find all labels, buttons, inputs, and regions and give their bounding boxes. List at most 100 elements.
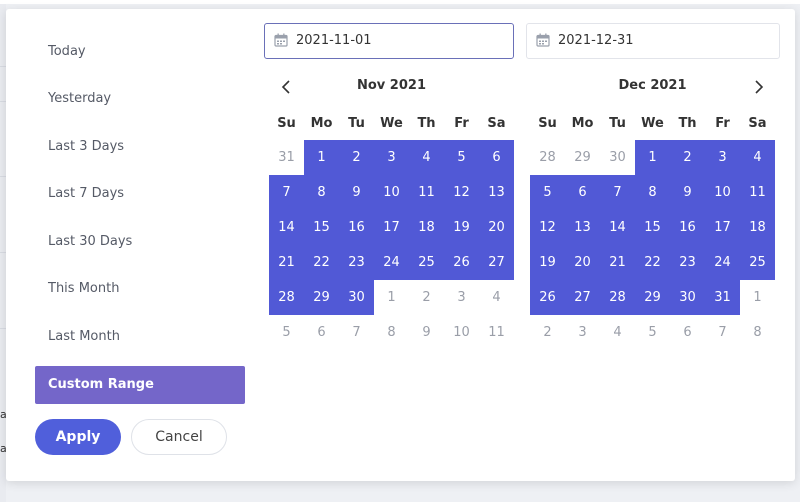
- calendar-day-other-month[interactable]: 10: [444, 315, 479, 350]
- calendar-day-in-range[interactable]: 15: [304, 210, 339, 245]
- calendar-day-other-month[interactable]: 6: [670, 315, 705, 350]
- cancel-button[interactable]: Cancel: [131, 419, 227, 455]
- calendar-day-in-range[interactable]: 24: [705, 245, 740, 280]
- calendar-day-in-range[interactable]: 27: [479, 245, 514, 280]
- start-date-value: 2021-11-01: [296, 33, 372, 48]
- calendar-day-in-range[interactable]: 10: [374, 175, 409, 210]
- calendar-day-other-month[interactable]: 29: [565, 140, 600, 175]
- next-month-icon[interactable]: [747, 75, 771, 99]
- range-today[interactable]: Today: [35, 33, 245, 71]
- calendar-day-in-range[interactable]: 25: [409, 245, 444, 280]
- calendar-day-in-range[interactable]: 18: [740, 210, 775, 245]
- range-last-7-days[interactable]: Last 7 Days: [35, 175, 245, 213]
- calendar-day-other-month[interactable]: 2: [409, 280, 444, 315]
- calendar-day-in-range[interactable]: 12: [444, 175, 479, 210]
- calendar-day-in-range[interactable]: 3: [705, 140, 740, 175]
- calendar-day-other-month[interactable]: 11: [479, 315, 514, 350]
- calendar-day-in-range[interactable]: 29: [304, 280, 339, 315]
- calendar-day-in-range[interactable]: 9: [670, 175, 705, 210]
- calendar-day-in-range[interactable]: 1: [304, 140, 339, 175]
- apply-button[interactable]: Apply: [35, 419, 121, 455]
- range-this-month[interactable]: This Month: [35, 270, 245, 308]
- calendar-day-in-range[interactable]: 17: [374, 210, 409, 245]
- start-date-field[interactable]: 2021-11-01: [264, 23, 514, 59]
- range-last-30-days[interactable]: Last 30 Days: [35, 223, 245, 261]
- calendar-day-in-range[interactable]: 14: [600, 210, 635, 245]
- range-yesterday[interactable]: Yesterday: [35, 80, 245, 118]
- calendar-day-in-range[interactable]: 23: [670, 245, 705, 280]
- calendar-day-in-range[interactable]: 28: [600, 280, 635, 315]
- calendar-day-in-range[interactable]: 2: [339, 140, 374, 175]
- calendar-day-other-month[interactable]: 8: [740, 315, 775, 350]
- calendar-day-in-range[interactable]: 4: [409, 140, 444, 175]
- calendar-day-other-month[interactable]: 31: [269, 140, 304, 175]
- calendar-day-in-range[interactable]: 13: [565, 210, 600, 245]
- calendar-day-in-range[interactable]: 8: [635, 175, 670, 210]
- calendar-day-in-range[interactable]: 20: [479, 210, 514, 245]
- calendar-day-in-range[interactable]: 16: [670, 210, 705, 245]
- calendar-day-in-range[interactable]: 16: [339, 210, 374, 245]
- calendar-day-other-month[interactable]: 5: [269, 315, 304, 350]
- calendar-week: 5 6 7 8 9 10 11: [269, 315, 514, 350]
- calendar-day-in-range[interactable]: 30: [339, 280, 374, 315]
- calendar-day-in-range[interactable]: 26: [530, 280, 565, 315]
- calendar-day-other-month[interactable]: 1: [740, 280, 775, 315]
- calendar-day-in-range[interactable]: 13: [479, 175, 514, 210]
- calendar-day-other-month[interactable]: 1: [374, 280, 409, 315]
- calendar-day-in-range[interactable]: 20: [565, 245, 600, 280]
- calendar-day-in-range[interactable]: 29: [635, 280, 670, 315]
- calendar-day-other-month[interactable]: 4: [479, 280, 514, 315]
- calendar-day-other-month[interactable]: 3: [565, 315, 600, 350]
- calendar-day-other-month[interactable]: 7: [705, 315, 740, 350]
- calendar-day-other-month[interactable]: 6: [304, 315, 339, 350]
- calendar-day-other-month[interactable]: 9: [409, 315, 444, 350]
- calendar-day-in-range[interactable]: 8: [304, 175, 339, 210]
- month-title: Dec 2021: [618, 78, 687, 93]
- calendar-day-in-range[interactable]: 6: [479, 140, 514, 175]
- calendar-day-in-range[interactable]: 30: [670, 280, 705, 315]
- calendar-day-in-range[interactable]: 22: [635, 245, 670, 280]
- calendar-day-in-range[interactable]: 6: [565, 175, 600, 210]
- calendar-day-in-range[interactable]: 4: [740, 140, 775, 175]
- calendar-day-in-range[interactable]: 21: [600, 245, 635, 280]
- calendar-day-in-range[interactable]: 17: [705, 210, 740, 245]
- calendar-day-in-range[interactable]: 21: [269, 245, 304, 280]
- calendar-day-in-range[interactable]: 24: [374, 245, 409, 280]
- calendar-day-in-range[interactable]: 12: [530, 210, 565, 245]
- calendar-day-other-month[interactable]: 8: [374, 315, 409, 350]
- calendar-day-other-month[interactable]: 7: [339, 315, 374, 350]
- calendar-day-other-month[interactable]: 5: [635, 315, 670, 350]
- calendar-day-other-month[interactable]: 3: [444, 280, 479, 315]
- calendar-day-in-range[interactable]: 14: [269, 210, 304, 245]
- calendar-day-in-range[interactable]: 22: [304, 245, 339, 280]
- calendar-day-in-range[interactable]: 27: [565, 280, 600, 315]
- calendar-day-in-range[interactable]: 31: [705, 280, 740, 315]
- calendar-day-in-range[interactable]: 7: [600, 175, 635, 210]
- calendar-day-other-month[interactable]: 2: [530, 315, 565, 350]
- range-custom-range[interactable]: Custom Range: [35, 366, 245, 404]
- end-date-field[interactable]: 2021-12-31: [526, 23, 780, 59]
- calendar-day-in-range[interactable]: 3: [374, 140, 409, 175]
- calendar-day-other-month[interactable]: 30: [600, 140, 635, 175]
- calendar-day-in-range[interactable]: 26: [444, 245, 479, 280]
- range-last-3-days[interactable]: Last 3 Days: [35, 128, 245, 166]
- calendar-day-in-range[interactable]: 9: [339, 175, 374, 210]
- calendar-day-in-range[interactable]: 10: [705, 175, 740, 210]
- calendar-day-in-range[interactable]: 19: [530, 245, 565, 280]
- calendar-day-in-range[interactable]: 11: [740, 175, 775, 210]
- calendar-day-in-range[interactable]: 5: [530, 175, 565, 210]
- calendar-day-in-range[interactable]: 11: [409, 175, 444, 210]
- calendar-day-in-range[interactable]: 1: [635, 140, 670, 175]
- calendar-day-in-range[interactable]: 19: [444, 210, 479, 245]
- calendar-day-in-range[interactable]: 2: [670, 140, 705, 175]
- calendar-day-in-range[interactable]: 5: [444, 140, 479, 175]
- calendar-day-in-range[interactable]: 23: [339, 245, 374, 280]
- calendar-day-in-range[interactable]: 15: [635, 210, 670, 245]
- range-last-month[interactable]: Last Month: [35, 318, 245, 356]
- calendar-day-other-month[interactable]: 28: [530, 140, 565, 175]
- calendar-day-in-range[interactable]: 7: [269, 175, 304, 210]
- calendar-day-in-range[interactable]: 28: [269, 280, 304, 315]
- calendar-day-in-range[interactable]: 18: [409, 210, 444, 245]
- calendar-day-other-month[interactable]: 4: [600, 315, 635, 350]
- calendar-day-in-range[interactable]: 25: [740, 245, 775, 280]
